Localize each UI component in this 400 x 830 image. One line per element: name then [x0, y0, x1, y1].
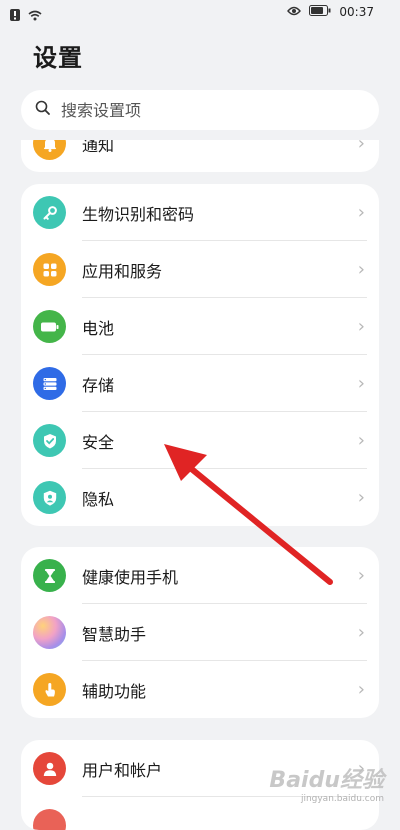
- settings-item-digital-balance[interactable]: 健康使用手机 ›: [21, 547, 379, 604]
- settings-item-label: 辅助功能: [82, 681, 147, 701]
- settings-item-label: 健康使用手机: [82, 567, 179, 587]
- settings-item-label: 通知: [82, 140, 115, 155]
- settings-item-label: 智慧助手: [82, 624, 147, 644]
- eye-icon: [287, 5, 302, 19]
- search-bar[interactable]: [21, 90, 379, 130]
- privacy-icon: [33, 481, 66, 514]
- partial-card-clip: 通知 ›: [21, 140, 379, 172]
- storage-icon: [33, 367, 66, 400]
- settings-item-label: 隐私: [82, 489, 115, 509]
- settings-item-label: 电池: [82, 318, 115, 338]
- settings-item-privacy[interactable]: 隐私 ›: [21, 469, 379, 526]
- settings-item-assistant[interactable]: 智慧助手 ›: [21, 604, 379, 661]
- watermark-url: jingyan.baidu.com: [300, 794, 384, 804]
- chevron-right-icon: ›: [357, 315, 365, 337]
- settings-item-storage[interactable]: 存储 ›: [21, 355, 379, 412]
- search-input[interactable]: [59, 99, 343, 121]
- assistant-icon: [33, 616, 66, 649]
- battery-icon: [33, 310, 66, 343]
- settings-card-group2: 健康使用手机 › 智慧助手 › 辅助功能 ›: [21, 547, 379, 718]
- settings-item-biometrics[interactable]: 生物识别和密码 ›: [21, 184, 379, 241]
- user-icon: [33, 752, 66, 785]
- page-title: 设置: [33, 44, 83, 72]
- chevron-right-icon: ›: [357, 429, 365, 451]
- hand-icon: [33, 673, 66, 706]
- chevron-right-icon: ›: [357, 678, 365, 700]
- search-icon: [35, 100, 51, 120]
- settings-card-group1: 生物识别和密码 › 应用和服务 › 电池 › 存储 › 安全 › 隐私 ›: [21, 184, 379, 526]
- status-bar: 00:37: [0, 0, 400, 28]
- status-time: 00:37: [339, 5, 374, 19]
- settings-item-label: 用户和帐户: [82, 760, 163, 780]
- settings-item-notifications[interactable]: 通知 ›: [21, 140, 379, 172]
- settings-item-apps[interactable]: 应用和服务 ›: [21, 241, 379, 298]
- shield-icon: [33, 424, 66, 457]
- watermark: Baidu经验 jingyan.baidu.com: [269, 762, 384, 804]
- chevron-right-icon: ›: [357, 201, 365, 223]
- settings-item-accessibility[interactable]: 辅助功能 ›: [21, 661, 379, 718]
- settings-item-label: 应用和服务: [82, 261, 163, 281]
- settings-item-security[interactable]: 安全 ›: [21, 412, 379, 469]
- chevron-right-icon: ›: [357, 564, 365, 586]
- hourglass-icon: [33, 559, 66, 592]
- settings-item-label: 存储: [82, 375, 115, 395]
- chevron-right-icon: ›: [357, 372, 365, 394]
- chevron-right-icon: ›: [357, 486, 365, 508]
- next-item-icon: [33, 809, 66, 830]
- bell-icon: [33, 140, 66, 160]
- alert-icon: [10, 6, 20, 25]
- settings-item-label: 生物识别和密码: [82, 204, 195, 224]
- chevron-right-icon: ›: [357, 258, 365, 280]
- settings-card-partial: 通知 ›: [21, 140, 379, 172]
- watermark-logo: Baidu经验: [269, 768, 384, 793]
- battery-status-icon: [309, 5, 331, 19]
- key-icon: [33, 196, 66, 229]
- chevron-right-icon: ›: [357, 621, 365, 643]
- settings-item-label: 安全: [82, 432, 115, 452]
- settings-item-battery[interactable]: 电池 ›: [21, 298, 379, 355]
- chevron-right-icon: ›: [357, 140, 365, 154]
- apps-icon: [33, 253, 66, 286]
- wifi-icon: [28, 6, 42, 25]
